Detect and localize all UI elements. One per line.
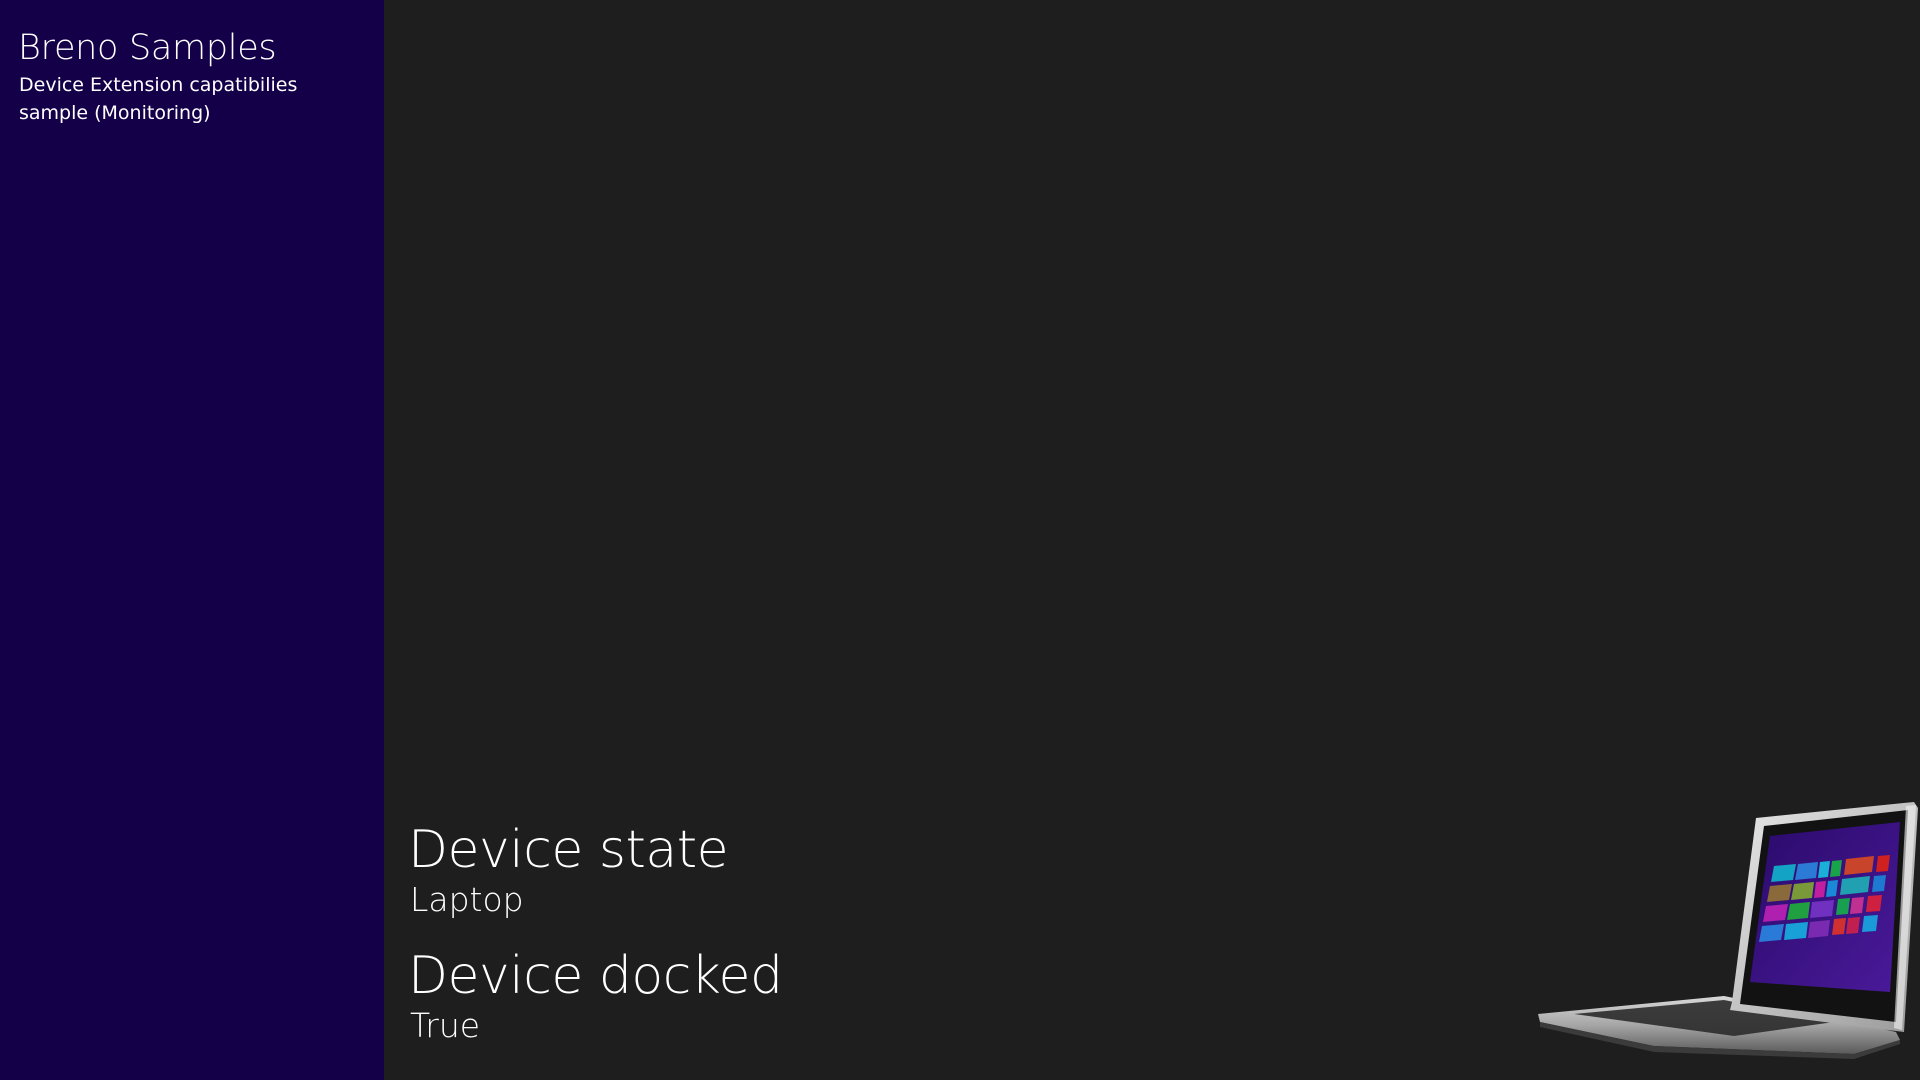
- main-content: Device state Laptop Device docked True: [384, 0, 1920, 1080]
- sidebar: Breno Samples Device Extension capatibil…: [0, 0, 384, 1080]
- laptop-icon: [1534, 796, 1920, 1060]
- device-docked-label: Device docked: [408, 946, 783, 1006]
- device-state-label: Device state: [408, 820, 729, 880]
- app-window: Breno Samples Device Extension capatibil…: [0, 0, 1920, 1080]
- device-docked-value: True: [410, 1006, 481, 1045]
- app-title: Breno Samples: [18, 28, 277, 68]
- app-subtitle: Device Extension capatibilies sample (Mo…: [19, 74, 298, 124]
- device-state-value: Laptop: [410, 880, 524, 919]
